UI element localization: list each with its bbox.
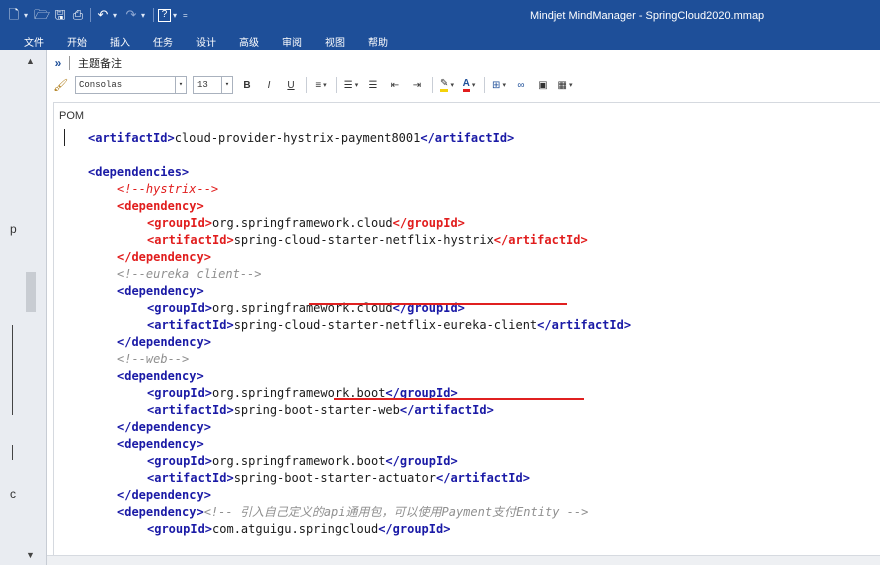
code-line: <dependency><!-- 引入自己定义的api通用包，可以使用Payme… — [117, 505, 589, 519]
symbol-icon[interactable]: ▦ ▾ — [557, 76, 573, 94]
menu-review[interactable]: 审阅 — [282, 34, 302, 49]
annotation-underline — [334, 398, 584, 400]
code-line: <dependency> — [117, 284, 204, 298]
notes-editor[interactable]: POM <artifactId>cloud-provider-hystrix-p… — [53, 102, 880, 565]
code-line: <artifactId>spring-boot-starter-actuator… — [147, 471, 530, 485]
menu-view[interactable]: 视图 — [325, 34, 345, 49]
qat-separator — [153, 8, 154, 22]
horizontal-scrollbar[interactable] — [47, 555, 880, 565]
code-line: </dependency> — [117, 250, 211, 264]
map-canvas-edge: ▲ p c ▼ — [0, 50, 47, 565]
save-icon[interactable]: 🖫 — [52, 7, 68, 23]
new-dropdown-icon[interactable]: ▾ — [24, 11, 32, 20]
menu-help[interactable]: 帮助 — [368, 34, 388, 49]
connector-line — [12, 445, 13, 460]
code-line: <artifactId>cloud-provider-hystrix-payme… — [88, 131, 515, 145]
code-line: </dependency> — [117, 335, 211, 349]
menu-task[interactable]: 任务 — [153, 34, 173, 49]
menu-file[interactable]: 文件 — [24, 34, 44, 49]
topic-notes-pane: » 主题备注 🖌 Consolas ▾ 13 ▾ B I U ≡ ▾ ☰ ▾ ☰ ⇤… — [47, 50, 880, 565]
align-icon[interactable]: ≡ ▾ — [313, 76, 329, 94]
code-line: </dependency> — [117, 420, 211, 434]
toolbar-separator — [484, 77, 485, 93]
annotation-underline — [309, 303, 567, 305]
quick-access-toolbar: 🗋 ▾ 🗁 🖫 ⎙ ↶ ▾ ↷ ▾ ? ▾ = — [6, 7, 191, 23]
menu-design[interactable]: 设计 — [196, 34, 216, 49]
code-line: <artifactId>spring-cloud-starter-netflix… — [147, 233, 588, 247]
font-family-value: Consolas — [79, 80, 123, 90]
numbered-list-icon[interactable]: ☰ — [365, 76, 381, 94]
code-line: </dependency> — [117, 488, 211, 502]
code-line: <groupId>com.atguigu.springcloud</groupI… — [147, 522, 451, 536]
connector-line — [12, 325, 13, 415]
code-line: <!--web--> — [117, 352, 190, 366]
size-dropdown-arrow-icon[interactable]: ▾ — [221, 77, 232, 93]
bullet-list-icon[interactable]: ☰ ▾ — [343, 76, 359, 94]
title-bar: 🗋 ▾ 🗁 🖫 ⎙ ↶ ▾ ↷ ▾ ? ▾ = Mindjet MindMana… — [0, 0, 880, 32]
code-line: <artifactId>spring-boot-starter-web</art… — [147, 403, 494, 417]
open-folder-icon[interactable]: 🗁 — [34, 7, 50, 23]
code-line: <!--eureka client--> — [117, 267, 262, 281]
notes-format-toolbar: 🖌 Consolas ▾ 13 ▾ B I U ≡ ▾ ☰ ▾ ☰ ⇤ ⇥ ✎ ▾ A… — [47, 74, 880, 96]
new-document-icon[interactable]: 🗋 — [6, 7, 22, 23]
code-line: <artifactId>spring-cloud-starter-netflix… — [147, 318, 632, 332]
undo-icon[interactable]: ↶ — [95, 7, 111, 23]
scroll-down-arrow-icon[interactable]: ▼ — [26, 550, 35, 560]
toolbar-separator — [336, 77, 337, 93]
help-dropdown-icon[interactable]: ▾ — [173, 11, 181, 20]
code-line: <dependency> — [117, 437, 204, 451]
italic-button[interactable]: I — [261, 76, 277, 94]
bold-button[interactable]: B — [239, 76, 255, 94]
font-size-select[interactable]: 13 ▾ — [193, 76, 233, 94]
menu-insert[interactable]: 插入 — [110, 34, 130, 49]
ribbon-tab-bar: 文件 开始 插入 任务 设计 高级 审阅 视图 帮助 — [0, 32, 880, 50]
help-icon[interactable]: ? — [158, 8, 171, 22]
increase-indent-icon[interactable]: ⇥ — [409, 76, 425, 94]
text-caret — [64, 129, 65, 146]
code-line: <!--hystrix--> — [117, 182, 219, 196]
vertical-scrollbar-thumb[interactable] — [26, 272, 36, 312]
header-separator — [69, 56, 70, 70]
topic-fragment-text: p — [10, 222, 17, 236]
table-icon[interactable]: ⊞ ▾ — [491, 76, 507, 94]
format-painter-icon[interactable]: 🖌 — [53, 78, 71, 92]
underline-button[interactable]: U — [283, 76, 299, 94]
print-icon[interactable]: ⎙ — [70, 7, 86, 23]
code-line: <dependencies> — [88, 165, 190, 179]
decrease-indent-icon[interactable]: ⇤ — [387, 76, 403, 94]
redo-icon[interactable]: ↷ — [123, 7, 139, 23]
window-title: Mindjet MindManager - SpringCloud2020.mm… — [530, 10, 765, 22]
image-icon[interactable]: ▣ — [535, 76, 551, 94]
code-line: <groupId>org.springframework.cloud</grou… — [147, 216, 465, 230]
expand-chevron-icon[interactable]: » — [47, 56, 69, 70]
redo-dropdown-icon[interactable]: ▾ — [141, 11, 149, 20]
undo-dropdown-icon[interactable]: ▾ — [113, 11, 121, 20]
font-size-value: 13 — [197, 80, 208, 90]
font-dropdown-arrow-icon[interactable]: ▾ — [175, 77, 186, 93]
toolbar-separator — [432, 77, 433, 93]
font-family-select[interactable]: Consolas ▾ — [75, 76, 187, 94]
scroll-up-arrow-icon[interactable]: ▲ — [26, 56, 35, 66]
menu-advanced[interactable]: 高级 — [239, 34, 259, 49]
doc-label: POM — [59, 110, 85, 122]
toolbar-separator — [306, 77, 307, 93]
font-color-icon[interactable]: A ▾ — [461, 76, 477, 94]
hyperlink-icon[interactable]: ∞ — [513, 76, 529, 94]
highlight-color-icon[interactable]: ✎ ▾ — [439, 76, 455, 94]
customize-qat-icon[interactable]: = — [183, 11, 191, 20]
qat-separator — [90, 8, 91, 22]
notes-title: 主题备注 — [78, 58, 122, 70]
topic-fragment-text: c — [10, 487, 16, 501]
menu-home[interactable]: 开始 — [67, 34, 87, 49]
code-line: <dependency> — [117, 199, 204, 213]
notes-header: » 主题备注 — [47, 53, 880, 73]
code-line: <dependency> — [117, 369, 204, 383]
code-line: <groupId>org.springframework.boot</group… — [147, 454, 458, 468]
